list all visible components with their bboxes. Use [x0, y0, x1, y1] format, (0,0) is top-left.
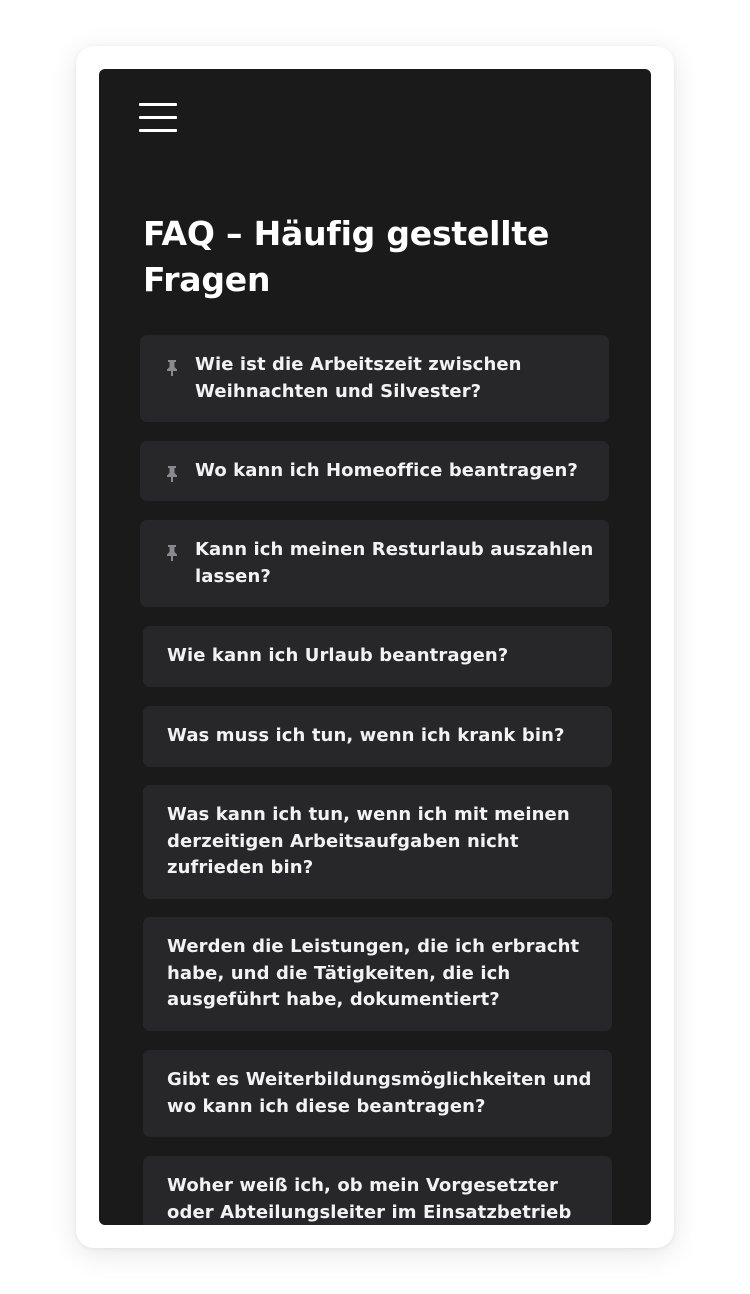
- page-title-line-1: FAQ – Häufig gestellte: [143, 214, 550, 253]
- app-screen: FAQ – Häufig gestellte Fragen Wie ist die…: [99, 69, 651, 1225]
- pin-icon: [167, 545, 177, 561]
- faq-question: Wie kann ich Urlaub beantragen?: [167, 645, 509, 666]
- page-title: FAQ – Häufig gestellte Fragen: [143, 211, 583, 303]
- faq-question: Woher weiß ich, ob mein Vorgesetzter oder…: [167, 1175, 572, 1223]
- page-title-line-2: Fragen: [143, 260, 271, 299]
- hamburger-menu-icon[interactable]: [139, 103, 177, 133]
- faq-question: Kann ich meinen Resturlaub auszahlen lass…: [195, 539, 594, 587]
- faq-item-pinned[interactable]: Kann ich meinen Resturlaub auszahlen lass…: [140, 520, 609, 607]
- pin-icon: [167, 360, 177, 376]
- faq-item[interactable]: Wie kann ich Urlaub beantragen?: [143, 626, 612, 687]
- faq-item[interactable]: Gibt es Weiterbildungsmöglichkeiten und w…: [143, 1050, 612, 1137]
- pin-icon: [167, 466, 177, 482]
- faq-item[interactable]: Woher weiß ich, ob mein Vorgesetzter oder…: [143, 1156, 612, 1225]
- faq-item[interactable]: Was kann ich tun, wenn ich mit meinen der…: [143, 785, 612, 899]
- faq-question: Werden die Leistungen, die ich erbracht h…: [167, 936, 580, 1010]
- faq-question: Was kann ich tun, wenn ich mit meinen der…: [167, 804, 570, 878]
- faq-item[interactable]: Was muss ich tun, wenn ich krank bin?: [143, 706, 612, 767]
- faq-question: Was muss ich tun, wenn ich krank bin?: [167, 725, 565, 746]
- menu-bar-middle: [139, 116, 177, 119]
- faq-question: Gibt es Weiterbildungsmöglichkeiten und w…: [167, 1069, 592, 1117]
- faq-item-pinned[interactable]: Wo kann ich Homeoffice beantragen?: [140, 441, 609, 501]
- faq-item-pinned[interactable]: Wie ist die Arbeitszeit zwischen Weihnach…: [140, 335, 609, 422]
- faq-question: Wo kann ich Homeoffice beantragen?: [195, 460, 578, 481]
- faq-question: Wie ist die Arbeitszeit zwischen Weihnach…: [195, 354, 522, 402]
- faq-item[interactable]: Werden die Leistungen, die ich erbracht h…: [143, 917, 612, 1031]
- menu-bar-bottom: [139, 129, 177, 132]
- menu-bar-top: [139, 103, 177, 106]
